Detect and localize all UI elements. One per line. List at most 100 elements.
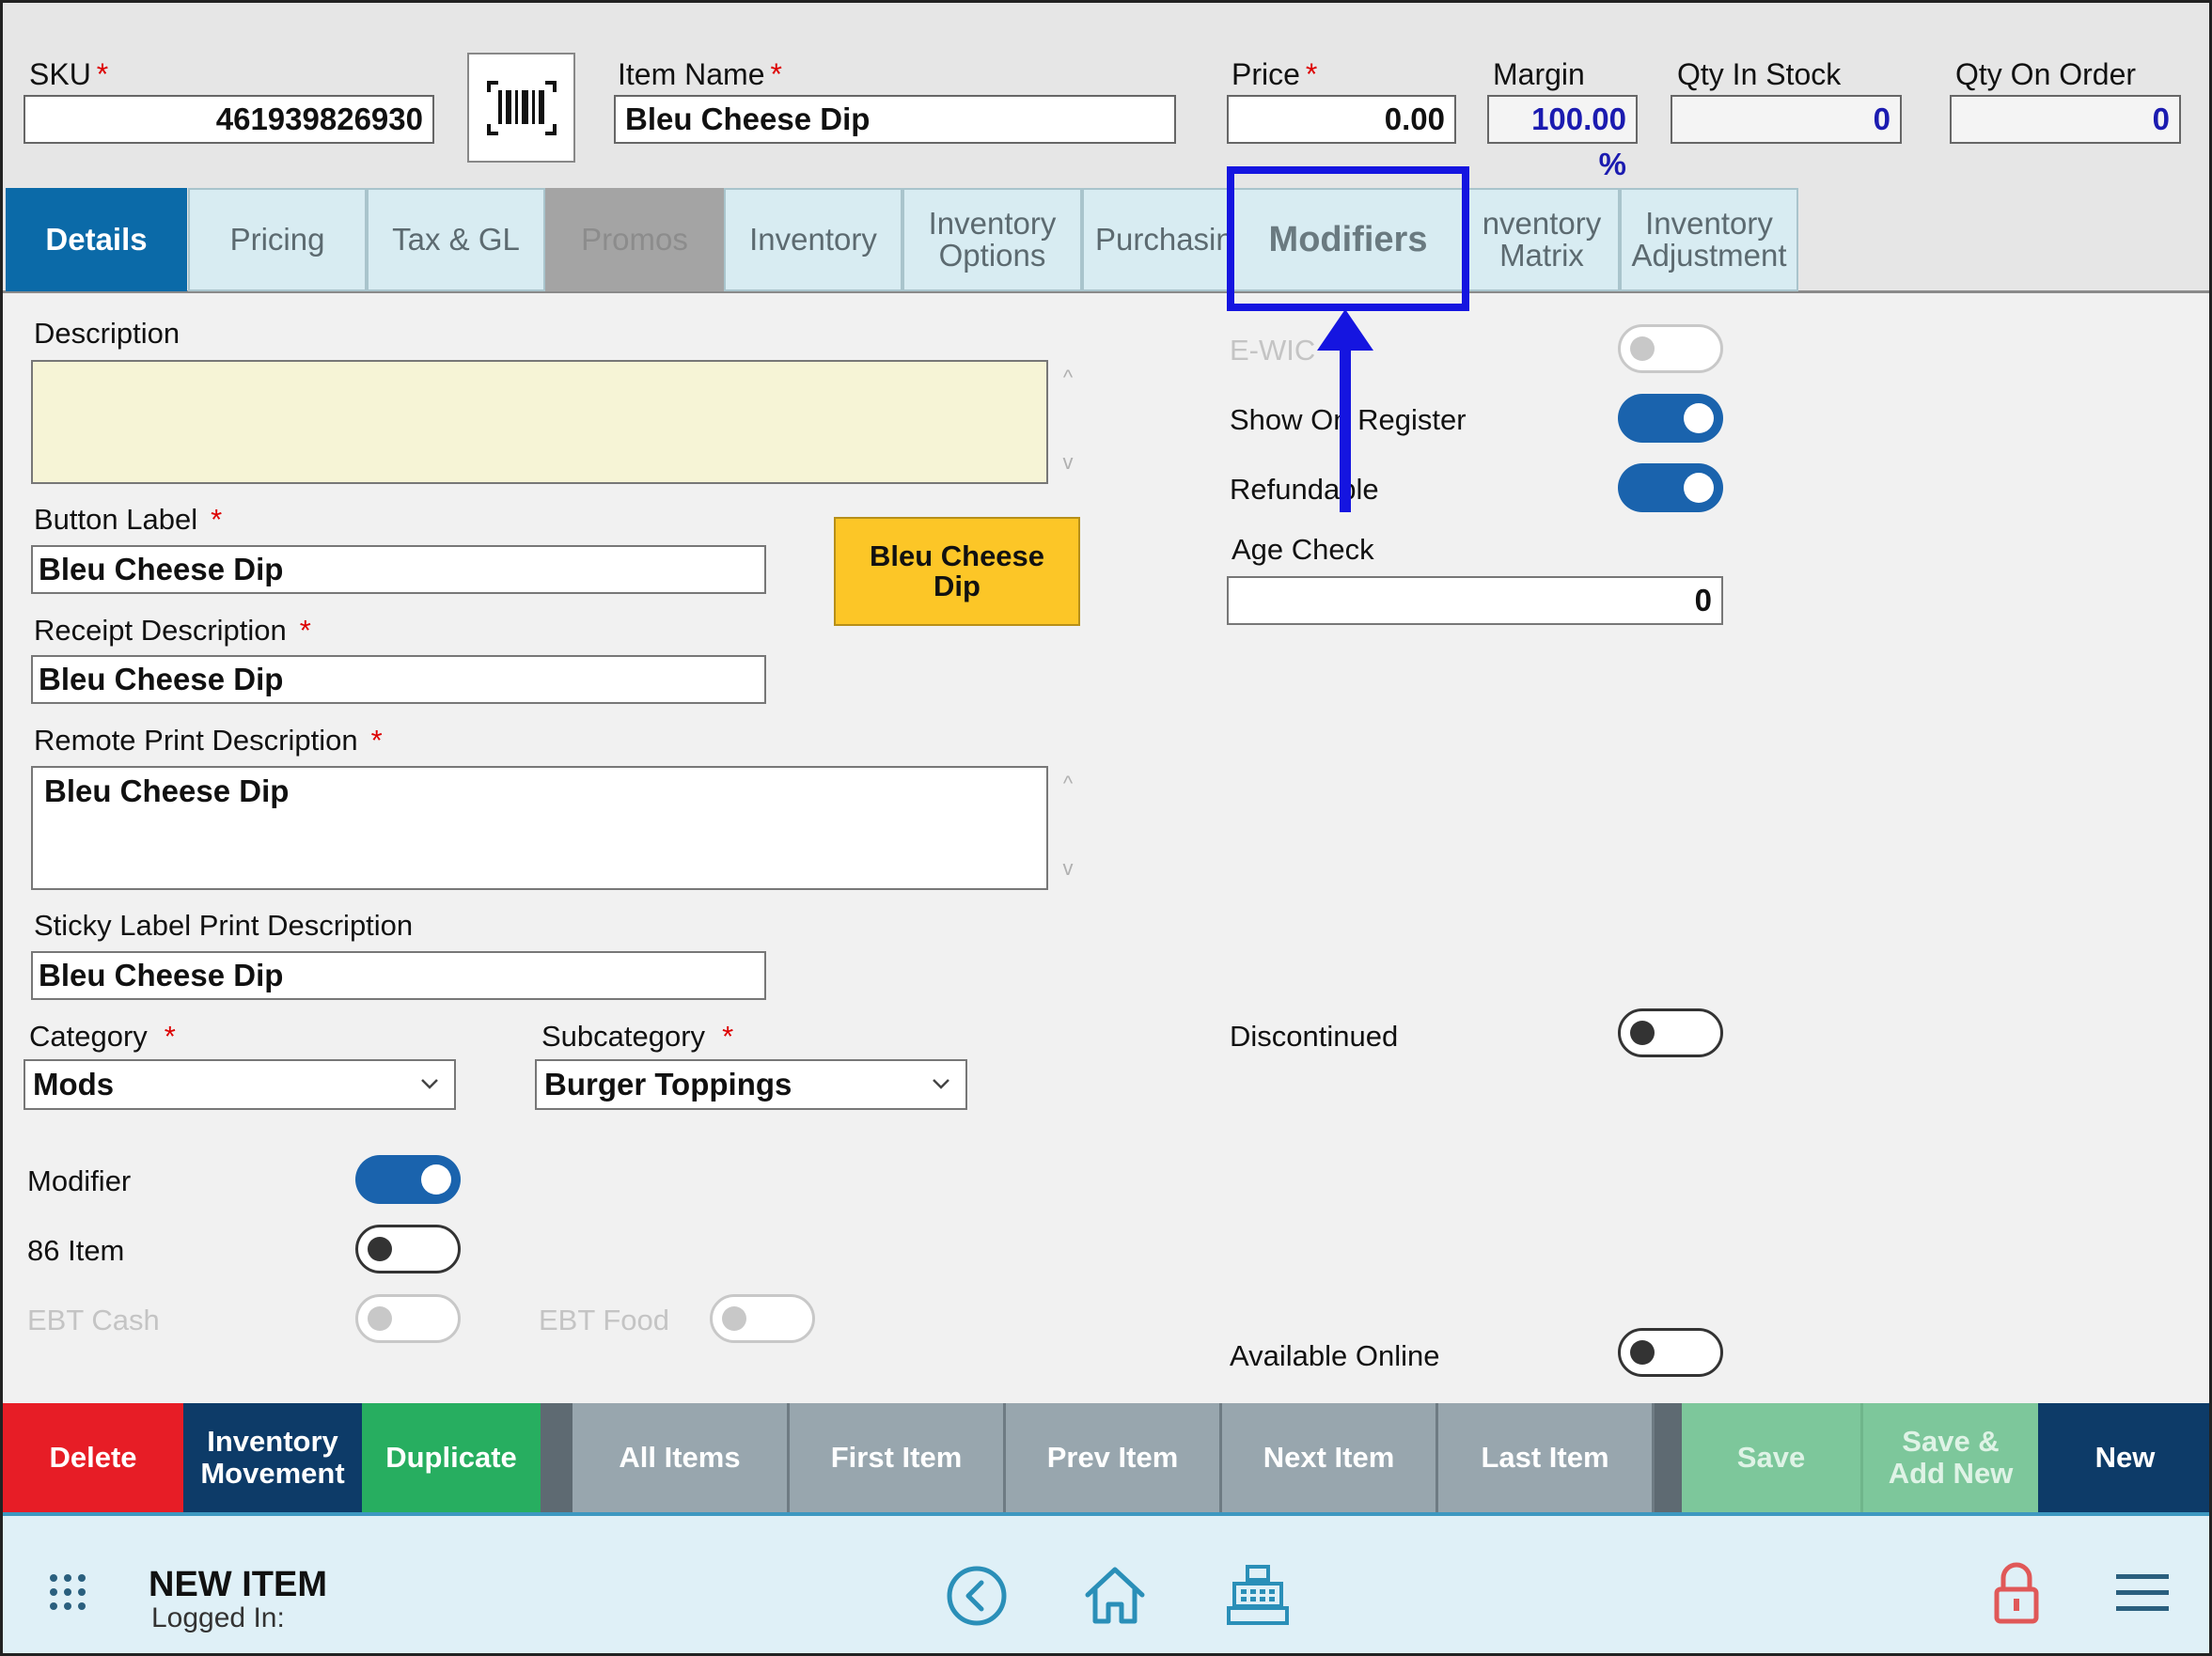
apps-grid-icon[interactable]: [48, 1572, 87, 1612]
subcategory-label: Subcategory *: [541, 1020, 734, 1053]
remote-print-scroll-up-icon[interactable]: ^: [1054, 773, 1082, 794]
chevron-down-icon: [933, 1079, 949, 1089]
delete-button[interactable]: Delete: [3, 1403, 183, 1512]
86-item-label: 86 Item: [27, 1234, 125, 1267]
price-label: Price *: [1232, 57, 1318, 91]
first-item-button[interactable]: First Item: [790, 1403, 1006, 1512]
description-scroll-down-icon[interactable]: v: [1054, 452, 1082, 473]
barcode-icon: [486, 80, 557, 135]
margin-label: Margin: [1493, 57, 1585, 91]
description-scroll-up-icon[interactable]: ^: [1054, 367, 1082, 388]
subcategory-selected-value: Burger Toppings: [544, 1067, 792, 1101]
item-name-label: Item Name *: [618, 57, 782, 91]
price-input[interactable]: 0.00: [1227, 95, 1456, 144]
register-icon[interactable]: [1225, 1563, 1291, 1627]
toggle-knob: [1630, 336, 1655, 361]
ebt-cash-label: EBT Cash: [27, 1304, 160, 1336]
button-label-label: Button Label *: [34, 503, 223, 536]
86-item-toggle[interactable]: [355, 1225, 461, 1273]
chevron-down-icon: [421, 1079, 438, 1089]
tab-purchasing[interactable]: Purchasin: [1082, 188, 1232, 291]
category-select[interactable]: Mods: [24, 1059, 456, 1110]
remote-print-scroll-down-icon[interactable]: v: [1054, 858, 1082, 879]
logged-in-label: Logged In:: [151, 1602, 285, 1633]
bottom-bar: NEW ITEM Logged In:: [3, 1512, 2209, 1653]
tab-details[interactable]: Details: [6, 188, 187, 291]
duplicate-button[interactable]: Duplicate: [362, 1403, 541, 1512]
action-bar: Delete Inventory Movement Duplicate All …: [3, 1403, 2209, 1512]
toggle-knob: [421, 1164, 451, 1195]
toggle-knob: [722, 1306, 746, 1331]
toggle-knob: [1630, 1340, 1655, 1365]
last-item-button[interactable]: Last Item: [1438, 1403, 1655, 1512]
save-button[interactable]: Save: [1682, 1403, 1860, 1512]
home-icon[interactable]: [1082, 1563, 1148, 1627]
receipt-description-label: Receipt Description *: [34, 614, 311, 647]
lock-icon[interactable]: [1992, 1561, 2041, 1625]
toggle-knob: [1684, 403, 1714, 433]
ewic-label: E-WIC: [1230, 334, 1316, 367]
refundable-label: Refundable: [1230, 473, 1379, 506]
description-label: Description: [34, 317, 180, 350]
category-label: Category *: [29, 1020, 176, 1053]
qty-in-stock-label: Qty In Stock: [1677, 57, 1842, 91]
toggle-knob: [368, 1306, 392, 1331]
show-on-register-toggle[interactable]: [1618, 394, 1723, 443]
modifier-toggle[interactable]: [355, 1155, 461, 1204]
available-online-label: Available Online: [1230, 1339, 1440, 1372]
back-circle-icon[interactable]: [946, 1565, 1008, 1627]
ebt-cash-toggle[interactable]: [355, 1294, 461, 1343]
remote-print-description-textarea[interactable]: Bleu Cheese Dip: [31, 766, 1048, 890]
tab-inventory[interactable]: Inventory: [724, 188, 902, 291]
all-items-button[interactable]: All Items: [573, 1403, 790, 1512]
screen-title: NEW ITEM: [149, 1565, 327, 1604]
available-online-toggle[interactable]: [1618, 1328, 1723, 1377]
item-editor-window: SKU * 461939826930 Item Name * Bleu Cheese…: [0, 0, 2212, 1656]
sku-input[interactable]: 461939826930: [24, 95, 434, 144]
toggle-knob: [368, 1237, 392, 1261]
sticky-label-print-description-input[interactable]: Bleu Cheese Dip: [31, 951, 766, 1000]
age-check-label: Age Check: [1232, 533, 1374, 566]
sticky-label-print-description-label: Sticky Label Print Description: [34, 909, 414, 942]
ebt-food-label: EBT Food: [539, 1304, 670, 1336]
sku-label: SKU *: [29, 57, 109, 91]
hamburger-menu-icon[interactable]: [2116, 1572, 2169, 1614]
refundable-toggle[interactable]: [1618, 463, 1723, 512]
show-on-register-label: Show On Register: [1230, 403, 1467, 436]
description-textarea[interactable]: [31, 360, 1048, 484]
subcategory-select[interactable]: Burger Toppings: [535, 1059, 967, 1110]
ewic-toggle[interactable]: [1618, 324, 1723, 373]
ebt-food-toggle[interactable]: [710, 1294, 815, 1343]
button-preview: Bleu Cheese Dip: [834, 517, 1080, 626]
item-header: SKU * 461939826930 Item Name * Bleu Cheese…: [3, 3, 2209, 188]
tab-tax-gl[interactable]: Tax & GL: [367, 188, 545, 291]
save-add-new-button[interactable]: Save & Add New: [1860, 1403, 2038, 1512]
tab-inventory-matrix[interactable]: nventory Matrix: [1464, 188, 1620, 291]
tab-promos[interactable]: Promos: [545, 188, 724, 291]
qty-in-stock-value: 0: [1671, 95, 1902, 144]
qty-on-order-label: Qty On Order: [1955, 57, 2137, 91]
age-check-input[interactable]: 0: [1227, 576, 1723, 625]
tab-inventory-adjustment[interactable]: Inventory Adjustment: [1620, 188, 1798, 291]
item-name-input[interactable]: Bleu Cheese Dip: [614, 95, 1176, 144]
prev-item-button[interactable]: Prev Item: [1006, 1403, 1222, 1512]
remote-print-description-label: Remote Print Description *: [34, 724, 383, 757]
discontinued-toggle[interactable]: [1618, 1008, 1723, 1057]
discontinued-label: Discontinued: [1230, 1020, 1399, 1053]
barcode-scan-button[interactable]: [467, 53, 575, 163]
tab-bar: Details Pricing Tax & GL Promos Inventor…: [3, 188, 2209, 293]
new-button[interactable]: New: [2038, 1403, 2209, 1512]
toggle-knob: [1684, 473, 1714, 503]
qty-on-order-value: 0: [1950, 95, 2181, 144]
tab-modifiers[interactable]: Modifiers: [1232, 188, 1464, 291]
button-label-input[interactable]: Bleu Cheese Dip: [31, 545, 766, 594]
tab-pricing[interactable]: Pricing: [188, 188, 367, 291]
inventory-movement-button[interactable]: Inventory Movement: [183, 1403, 362, 1512]
margin-value: 100.00 %: [1487, 95, 1638, 181]
tab-inventory-options[interactable]: Inventory Options: [902, 188, 1082, 291]
category-selected-value: Mods: [33, 1067, 115, 1101]
receipt-description-input[interactable]: Bleu Cheese Dip: [31, 655, 766, 704]
toggle-knob: [1630, 1021, 1655, 1045]
modifier-label: Modifier: [27, 1164, 132, 1197]
next-item-button[interactable]: Next Item: [1222, 1403, 1438, 1512]
